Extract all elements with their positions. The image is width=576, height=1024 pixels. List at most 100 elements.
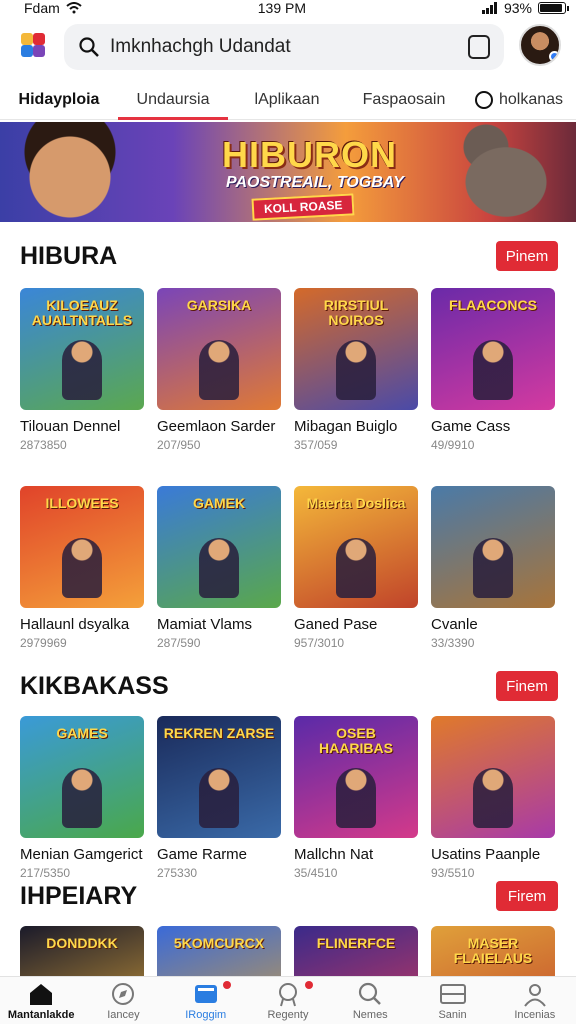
game-card[interactable]: FLAACONCS Game Cass 49/9910 (431, 288, 555, 452)
category-tabs: Hidayploia Undaursia lAplikaan Faspaosai… (0, 80, 576, 120)
game-card[interactable]: ILLOWEES Hallaunl dsyalka 2979969 (20, 486, 144, 650)
game-title: Cvanle (431, 616, 478, 633)
avatar[interactable] (519, 24, 561, 66)
game-meta: 35/4510 (294, 866, 338, 880)
game-thumbnail: GARSIKA (157, 288, 281, 410)
thumbnail-character-illustration (199, 768, 239, 828)
ranking-icon (273, 981, 303, 1007)
tab-0[interactable]: Hidayploia (0, 80, 118, 120)
nav-item-5[interactable]: Sanin (411, 977, 493, 1024)
game-title: Game Rarme (157, 846, 248, 863)
game-card[interactable]: Maerta Doslica Ganed Pase 957/3010 (294, 486, 418, 650)
banner-subtitle: PAOSTREAIL, TOGBAY (226, 174, 404, 191)
search-box[interactable] (64, 24, 504, 70)
search-icon (79, 37, 99, 57)
signal-icon (481, 2, 497, 14)
nav-label: Sanin (438, 1009, 467, 1021)
thumbnail-character-illustration (336, 340, 376, 400)
section-title: IHPEIARY (20, 881, 138, 910)
thumbnail-art-title: REKREN ZARSE (163, 725, 275, 741)
app-logo-icon[interactable] (18, 30, 48, 60)
tablet-icon (438, 981, 468, 1007)
section-title: KIKBAKASS (20, 671, 169, 700)
section-more-button[interactable]: Finem (496, 671, 558, 701)
thumbnail-character-illustration (199, 538, 239, 598)
thumbnail-art-title: FLAACONCS (449, 297, 537, 313)
banner-title: HIBURON (222, 134, 397, 175)
game-thumbnail: Maerta Doslica (294, 486, 418, 608)
nav-label: Regenty (267, 1009, 309, 1021)
thumbnail-art-title: KILOEAUZ AUALTNTALLS (31, 297, 133, 328)
game-row: GAMES Menian Gamgerict 217/5350 REKREN ZARS… (20, 716, 560, 880)
hero-banner[interactable]: HIBURON PAOSTREAIL, TOGBAY KOLL ROASE (0, 122, 576, 222)
thumbnail-art-title: Maerta Doslica (306, 495, 406, 511)
game-title: Tilouan Dennel (20, 418, 121, 435)
game-card[interactable]: REKREN ZARSE Game Rarme 275330 (157, 716, 281, 880)
game-thumbnail (431, 486, 555, 608)
game-meta: 957/3010 (294, 636, 345, 650)
banner-character-illustration (0, 122, 140, 222)
game-card[interactable]: Usatins Paanple 93/5510 (431, 716, 555, 880)
section-more-button[interactable]: Firem (496, 881, 558, 911)
status-left: Fdam (24, 0, 82, 16)
game-thumbnail: ILLOWEES (20, 486, 144, 608)
game-title: Mamiat Vlams (157, 616, 253, 633)
game-meta: 2979969 (20, 636, 67, 650)
battery-icon (537, 2, 569, 14)
game-title: Geemlaon Sarder (157, 418, 276, 435)
tab-4[interactable]: holkanas (462, 80, 576, 120)
game-title: Game Cass (431, 418, 511, 435)
nav-label: Mantanlakde (7, 1009, 75, 1021)
game-title: Menian Gamgerict (20, 846, 143, 863)
bottom-nav: Mantanlakde Iancey IRoggim Regenty Nemes Sani… (0, 976, 576, 1024)
thumbnail-character-illustration (473, 538, 513, 598)
section-header: KIKBAKASS Finem (20, 670, 558, 702)
thumbnail-art-title: GAMES (56, 725, 108, 741)
wifi-icon (66, 2, 82, 14)
status-right: 93% (481, 0, 569, 16)
online-dot-icon (549, 51, 559, 62)
top-bar (0, 22, 576, 72)
status-time: 139 PM (257, 0, 306, 16)
library-icon (191, 981, 221, 1007)
home-icon (26, 981, 56, 1007)
game-card[interactable]: GAMEK Mamiat Vlams 287/590 (157, 486, 281, 650)
thumbnail-art-title: FLINERFCE (316, 935, 396, 951)
game-thumbnail: RIRSTIUL NOIROS (294, 288, 418, 410)
nav-item-2[interactable]: IRoggim (165, 977, 247, 1024)
thumbnail-character-illustration (336, 538, 376, 598)
game-title: Hallaunl dsyalka (20, 616, 130, 633)
game-card[interactable]: GAMES Menian Gamgerict 217/5350 (20, 716, 144, 880)
tab-1[interactable]: Undaursia (118, 80, 228, 120)
game-meta: 2873850 (20, 438, 67, 452)
nav-item-1[interactable]: Iancey (82, 977, 164, 1024)
game-thumbnail: OSEB HAARIBAS (294, 716, 418, 838)
nav-label: IRoggim (185, 1009, 227, 1021)
game-card[interactable]: OSEB HAARIBAS Mallchn Nat 35/4510 (294, 716, 418, 880)
compass-icon (108, 981, 138, 1007)
game-card[interactable]: GARSIKA Geemlaon Sarder 207/950 (157, 288, 281, 452)
thumbnail-art-title: RIRSTIUL NOIROS (323, 297, 389, 328)
mic-button[interactable] (468, 35, 490, 59)
game-card[interactable]: Cvanle 33/3390 (431, 486, 555, 650)
game-thumbnail: FLAACONCS (431, 288, 555, 410)
game-meta: 275330 (157, 866, 198, 880)
section-more-button[interactable]: Pinem (496, 241, 558, 271)
game-meta: 49/9910 (431, 438, 475, 452)
game-thumbnail: REKREN ZARSE (157, 716, 281, 838)
battery-fill (539, 4, 563, 12)
section-header: IHPEIARY Firem (20, 880, 558, 912)
game-title: Usatins Paanple (431, 846, 541, 863)
game-card[interactable]: KILOEAUZ AUALTNTALLS Tilouan Dennel 287385… (20, 288, 144, 452)
thumbnail-art-title: 5KOMCURCX (173, 935, 265, 951)
search-input[interactable] (110, 36, 468, 58)
game-card[interactable]: RIRSTIUL NOIROS Mibagan Buiglo 357/059 (294, 288, 418, 452)
thumbnail-art-title: DONDDKK (46, 935, 118, 951)
nav-item-4[interactable]: Nemes (329, 977, 411, 1024)
nav-item-0[interactable]: Mantanlakde (0, 977, 82, 1024)
nav-item-6[interactable]: Incenias (494, 977, 576, 1024)
tab-2[interactable]: lAplikaan (228, 80, 346, 120)
tab-3[interactable]: Faspaosain (346, 80, 462, 120)
person-icon (520, 981, 550, 1007)
nav-item-3[interactable]: Regenty (247, 977, 329, 1024)
